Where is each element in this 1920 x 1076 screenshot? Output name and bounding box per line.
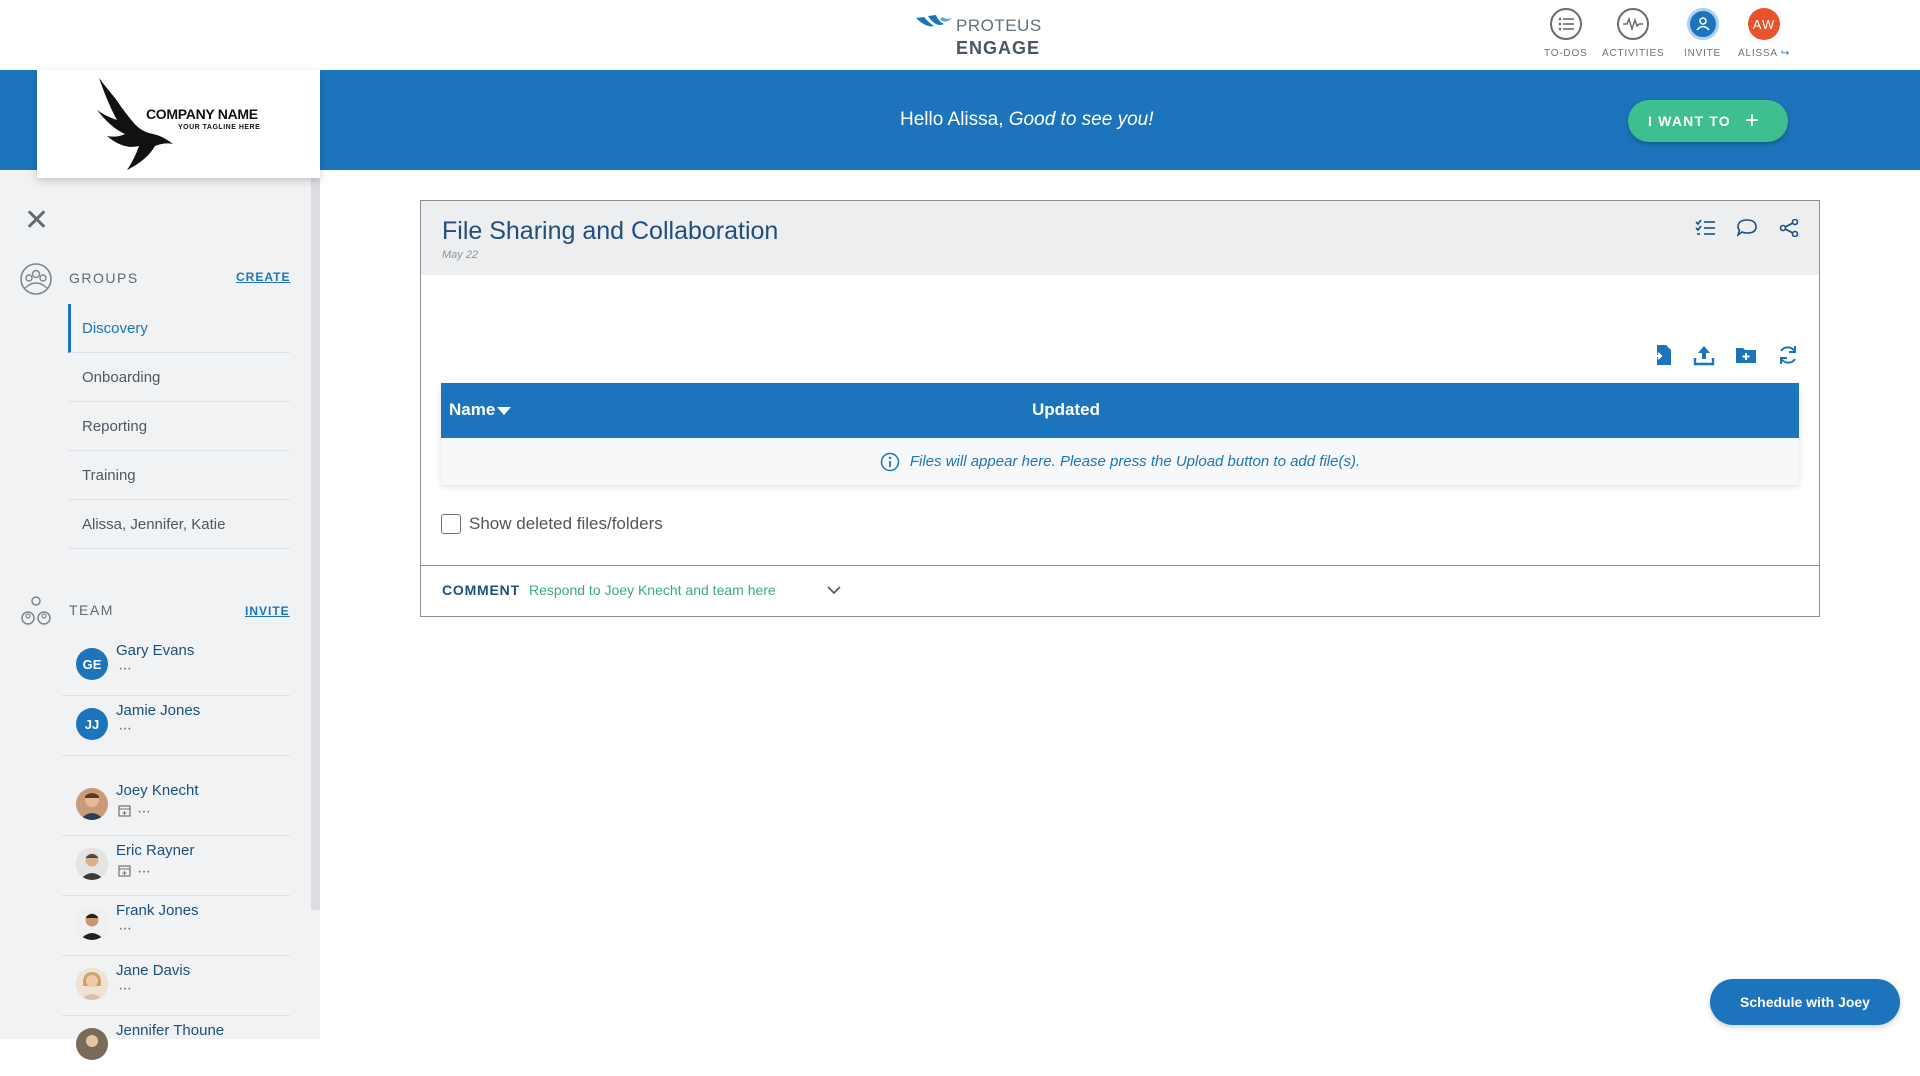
member-name: Eric Rayner xyxy=(116,842,195,859)
nav-invite-label: INVITE xyxy=(1684,48,1722,59)
comment-label: COMMENT xyxy=(442,582,520,598)
group-item-alissa-jennifer-katie[interactable]: Alissa, Jennifer, Katie xyxy=(68,500,290,549)
page-title: File Sharing and Collaboration xyxy=(442,217,779,245)
team-icon xyxy=(21,596,51,625)
file-sharing-card: File Sharing and Collaboration May 22 Na… xyxy=(420,200,1820,617)
user-label: ALISSA ↪ xyxy=(1738,48,1791,59)
company-name: COMPANY NAME xyxy=(146,106,258,122)
nav-todos[interactable]: TO-DOS xyxy=(1544,8,1588,64)
company-logo-card: COMPANY NAME YOUR TAGLINE HERE xyxy=(37,70,320,178)
more-options-icon[interactable]: ··· xyxy=(137,864,151,880)
brand-engage: ENGAGE xyxy=(956,38,1041,58)
avatar xyxy=(76,848,108,880)
group-item-discovery[interactable]: Discovery xyxy=(68,304,290,353)
i-want-to-button[interactable]: I WANT TO + xyxy=(1628,100,1788,142)
calendar-icon[interactable] xyxy=(118,804,131,820)
groups-title: GROUPS xyxy=(69,270,139,286)
add-user-icon xyxy=(1686,8,1719,40)
wings-icon xyxy=(916,15,952,27)
calendar-icon[interactable] xyxy=(118,864,131,880)
member-name: Gary Evans xyxy=(116,642,195,659)
user-menu[interactable]: AW ALISSA ↪ xyxy=(1738,8,1790,64)
groups-icon xyxy=(20,263,52,295)
card-date: May 22 xyxy=(442,249,479,261)
table-header: Name Updated xyxy=(441,383,1799,438)
team-member-eric-rayner[interactable]: Eric Rayner ··· xyxy=(62,836,290,896)
member-name: Joey Knecht xyxy=(116,782,199,799)
team-member-gary-evans[interactable]: GE Gary Evans ··· xyxy=(62,636,290,696)
group-item-reporting[interactable]: Reporting xyxy=(68,402,290,451)
more-options-icon[interactable]: ··· xyxy=(137,804,151,820)
share-icon[interactable] xyxy=(1779,218,1799,242)
file-toolbar xyxy=(1651,344,1799,371)
info-icon xyxy=(880,452,900,471)
more-options-icon[interactable]: ··· xyxy=(118,721,132,737)
close-icon[interactable]: ✕ xyxy=(24,206,49,236)
column-header-updated[interactable]: Updated xyxy=(1032,400,1100,420)
company-tagline: YOUR TAGLINE HERE xyxy=(178,124,261,131)
list-icon xyxy=(1549,8,1582,40)
avatar xyxy=(76,908,108,940)
comment-bar[interactable]: COMMENT Respond to Joey Knecht and team … xyxy=(421,565,1819,616)
schedule-button[interactable]: Schedule with Joey xyxy=(1710,979,1900,1025)
eagle-logo-icon xyxy=(97,78,173,170)
logout-icon: ↪ xyxy=(1780,48,1791,59)
nav-activities[interactable]: ACTIVITIES xyxy=(1602,8,1664,64)
nav-todos-label: TO-DOS xyxy=(1544,48,1588,59)
team-title: TEAM xyxy=(69,602,114,618)
chevron-down-icon[interactable] xyxy=(826,582,842,603)
comment-icon[interactable] xyxy=(1736,219,1757,242)
avatar: JJ xyxy=(76,708,108,740)
top-header: PROTEUS ENGAGE TO-DOS ACTIVITIES INVITE … xyxy=(0,0,1920,70)
comment-prompt[interactable]: Respond to Joey Knecht and team here xyxy=(529,582,776,598)
more-options-icon[interactable]: ··· xyxy=(118,921,132,937)
show-deleted-label: Show deleted files/folders xyxy=(469,514,663,533)
team-member-joey-knecht[interactable]: Joey Knecht ··· xyxy=(62,776,290,836)
nav-activities-label: ACTIVITIES xyxy=(1602,48,1665,59)
brand-proteus: PROTEUS xyxy=(956,16,1042,35)
refresh-icon[interactable] xyxy=(1777,344,1799,371)
group-item-onboarding[interactable]: Onboarding xyxy=(68,353,290,402)
more-options-icon[interactable]: ··· xyxy=(118,981,132,997)
user-avatar: AW xyxy=(1748,8,1781,40)
avatar xyxy=(76,1028,108,1060)
member-name: Jane Davis xyxy=(116,962,191,979)
import-file-icon[interactable] xyxy=(1651,344,1673,371)
show-deleted-checkbox[interactable] xyxy=(441,514,461,534)
invite-team-link[interactable]: INVITE xyxy=(245,604,290,618)
new-folder-icon[interactable] xyxy=(1735,344,1757,371)
avatar xyxy=(76,788,108,820)
group-item-training[interactable]: Training xyxy=(68,451,290,500)
member-name: Jamie Jones xyxy=(116,702,201,719)
card-header: File Sharing and Collaboration May 22 xyxy=(421,201,1819,275)
team-member-jamie-jones[interactable]: JJ Jamie Jones ··· xyxy=(62,696,290,756)
plus-icon: + xyxy=(1744,107,1761,134)
avatar: GE xyxy=(76,648,108,680)
pulse-icon xyxy=(1617,8,1650,40)
files-table: Name Updated Files will appear here. Ple… xyxy=(441,383,1799,485)
team-member-jane-davis[interactable]: Jane Davis ··· xyxy=(62,956,290,1016)
avatar xyxy=(76,968,108,1000)
brand-logo[interactable]: PROTEUS ENGAGE xyxy=(914,12,1044,62)
groups-list: Discovery Onboarding Reporting Training … xyxy=(68,304,290,549)
nav-invite[interactable]: INVITE xyxy=(1684,8,1721,64)
create-group-link[interactable]: CREATE xyxy=(236,270,290,284)
team-member-jennifer-thoune[interactable]: Jennifer Thoune xyxy=(62,1016,290,1076)
empty-files-message: Files will appear here. Please press the… xyxy=(441,438,1799,485)
column-header-name[interactable]: Name xyxy=(449,400,512,420)
sidebar-scrollbar[interactable] xyxy=(311,170,320,910)
member-name: Frank Jones xyxy=(116,902,199,919)
checklist-icon[interactable] xyxy=(1695,219,1715,242)
team-member-frank-jones[interactable]: Frank Jones ··· xyxy=(62,896,290,956)
show-deleted-toggle[interactable]: Show deleted files/folders xyxy=(441,514,663,534)
more-options-icon[interactable]: ··· xyxy=(118,661,132,677)
sort-caret-icon xyxy=(497,406,512,415)
upload-icon[interactable] xyxy=(1693,344,1715,371)
greeting: Hello Alissa, Good to see you! xyxy=(900,109,1154,130)
member-name: Jennifer Thoune xyxy=(116,1022,225,1039)
